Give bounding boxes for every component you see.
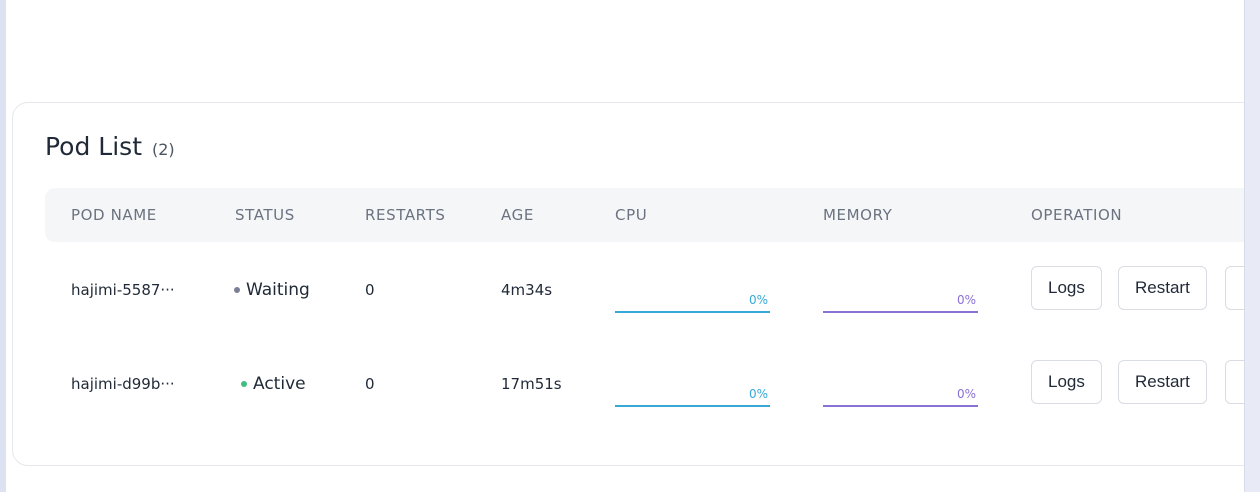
restart-button[interactable]: Restart <box>1118 266 1207 310</box>
status-badge: Waiting <box>234 255 310 325</box>
logs-button[interactable]: Logs <box>1031 360 1102 404</box>
table-header: POD NAME STATUS RESTARTS AGE CPU MEMORY … <box>45 188 1260 242</box>
column-header-pod-name: POD NAME <box>71 206 157 224</box>
restart-count: 0 <box>365 375 375 393</box>
restart-button[interactable]: Restart <box>1118 360 1207 404</box>
memory-usage-value: 0% <box>956 387 976 401</box>
table-row: hajimi-5587··· Waiting 0 4m34s 0% 0% Log… <box>45 255 1260 325</box>
pod-count: (2) <box>152 140 175 159</box>
column-header-status: STATUS <box>235 206 295 224</box>
memory-usage-track <box>823 405 978 407</box>
memory-usage-bar: 0% <box>823 255 978 325</box>
pod-age: 4m34s <box>501 281 553 299</box>
column-header-restarts: RESTARTS <box>365 206 446 224</box>
pod-name[interactable]: hajimi-5587··· <box>71 255 175 325</box>
cpu-usage-value: 0% <box>748 387 768 401</box>
table-row: hajimi-d99b··· Active 0 17m51s 0% 0% Log… <box>45 349 1260 419</box>
cpu-usage-track <box>615 311 770 313</box>
status-dot <box>234 287 240 293</box>
logs-button[interactable]: Logs <box>1031 266 1102 310</box>
column-header-operation: OPERATION <box>1031 206 1123 224</box>
cpu-usage-bar: 0% <box>615 349 770 419</box>
restart-count: 0 <box>365 281 375 299</box>
card-title: Pod List <box>45 132 142 161</box>
cpu-usage-value: 0% <box>748 293 768 307</box>
memory-usage-bar: 0% <box>823 349 978 419</box>
column-header-cpu: CPU <box>615 206 648 224</box>
pod-name[interactable]: hajimi-d99b··· <box>71 349 175 419</box>
cpu-usage-bar: 0% <box>615 255 770 325</box>
status-dot <box>241 381 247 387</box>
column-header-memory: MEMORY <box>823 206 893 224</box>
card-header: Pod List (2) <box>45 132 175 161</box>
memory-usage-track <box>823 311 978 313</box>
pod-age: 17m51s <box>501 375 562 393</box>
status-label: Waiting <box>246 280 310 300</box>
cpu-usage-track <box>615 405 770 407</box>
memory-usage-value: 0% <box>956 293 976 307</box>
column-header-age: AGE <box>501 206 534 224</box>
status-badge: Active <box>241 349 306 419</box>
pod-list-card: Pod List (2) POD NAME STATUS RESTARTS AG… <box>12 102 1260 466</box>
status-label: Active <box>253 374 306 394</box>
vertical-scrollbar[interactable] <box>1244 0 1260 492</box>
